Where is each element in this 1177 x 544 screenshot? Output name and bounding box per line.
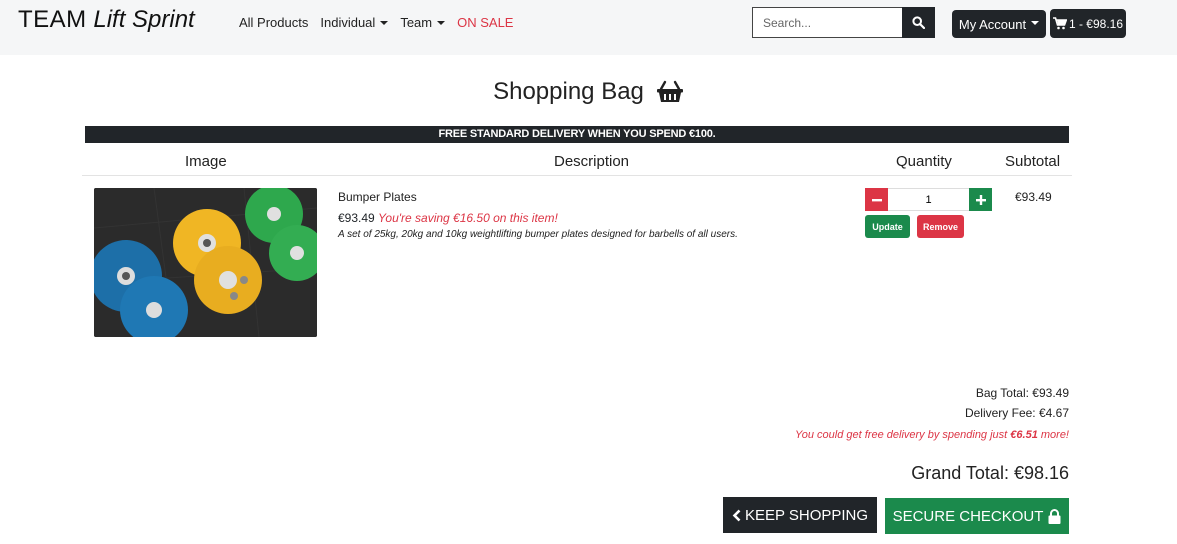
main-nav: All Products Individual Team ON SALE [239, 15, 513, 30]
quantity-input[interactable] [888, 188, 969, 211]
item-subtotal: €93.49 [1015, 190, 1052, 204]
product-image [94, 188, 317, 337]
cart-button[interactable]: 1 - €98.16 [1050, 9, 1126, 38]
free-delivery-message: You could get free delivery by spending … [795, 429, 1069, 441]
nav-team[interactable]: Team [400, 15, 446, 30]
secure-checkout-button[interactable]: SECURE CHECKOUT [885, 498, 1069, 534]
page-heading: Shopping Bag [0, 78, 1177, 106]
nav-individual-label: Individual [320, 15, 376, 30]
remove-button[interactable]: Remove [917, 215, 964, 238]
column-header-quantity: Quantity [896, 153, 952, 170]
nav-individual[interactable]: Individual [320, 15, 389, 30]
brand-main: TEAM [18, 6, 87, 33]
cart-summary: 1 - €98.16 [1068, 16, 1124, 31]
secure-checkout-label: SECURE CHECKOUT [892, 507, 1044, 525]
chevron-down-icon [1031, 21, 1040, 25]
page-title: Shopping Bag [493, 78, 644, 105]
brand-logo[interactable]: TEAM Lift Sprint [18, 6, 195, 34]
grand-total: Grand Total: €98.16 [911, 463, 1069, 483]
chevron-down-icon [380, 20, 389, 25]
navbar: TEAM Lift Sprint All Products Individual… [0, 0, 1177, 55]
my-account-label: My Account [958, 16, 1027, 32]
minus-icon [871, 198, 882, 201]
free-delivery-amount: €6.51 [1010, 429, 1038, 441]
plus-icon [975, 194, 986, 205]
product-description: A set of 25kg, 20kg and 10kg weightlifti… [338, 229, 738, 240]
search-button[interactable] [902, 7, 935, 38]
search-input[interactable] [752, 7, 903, 38]
free-delivery-prefix: You could get free delivery by spending … [795, 429, 1011, 441]
saving-note: You're saving €16.50 on this item! [378, 211, 558, 225]
chevron-left-icon [732, 509, 741, 521]
nav-on-sale[interactable]: ON SALE [457, 15, 513, 30]
my-account-button[interactable]: My Account [952, 10, 1046, 38]
bumper-plates-image [94, 188, 317, 337]
product-name: Bumper Plates [338, 190, 417, 204]
decrement-quantity-button[interactable] [865, 188, 888, 211]
column-header-subtotal: Subtotal [1005, 153, 1061, 170]
keep-shopping-button[interactable]: KEEP SHOPPING [723, 497, 877, 533]
bag-total: Bag Total: €93.49 [975, 386, 1069, 400]
search-icon [912, 16, 925, 29]
delivery-fee: Delivery Fee: €4.67 [964, 406, 1069, 420]
delivery-banner: FREE STANDARD DELIVERY WHEN YOU SPEND €1… [85, 126, 1069, 143]
product-price: €93.49 [338, 211, 375, 225]
keep-shopping-label: KEEP SHOPPING [744, 506, 869, 524]
product-price-line: €93.49 You're saving €16.50 on this item… [338, 211, 558, 225]
cart-icon [1052, 17, 1067, 30]
column-header-description: Description [554, 153, 630, 170]
basket-icon [656, 80, 683, 102]
nav-team-label: Team [400, 15, 433, 30]
free-delivery-suffix: more! [1037, 429, 1069, 441]
divider [82, 175, 1072, 176]
column-header-image: Image [185, 153, 227, 170]
lock-icon [1048, 508, 1061, 524]
increment-quantity-button[interactable] [969, 188, 992, 211]
update-button[interactable]: Update [865, 215, 910, 238]
chevron-down-icon [437, 20, 446, 25]
nav-all-products[interactable]: All Products [239, 15, 308, 30]
brand-sub: Lift Sprint [93, 6, 195, 33]
